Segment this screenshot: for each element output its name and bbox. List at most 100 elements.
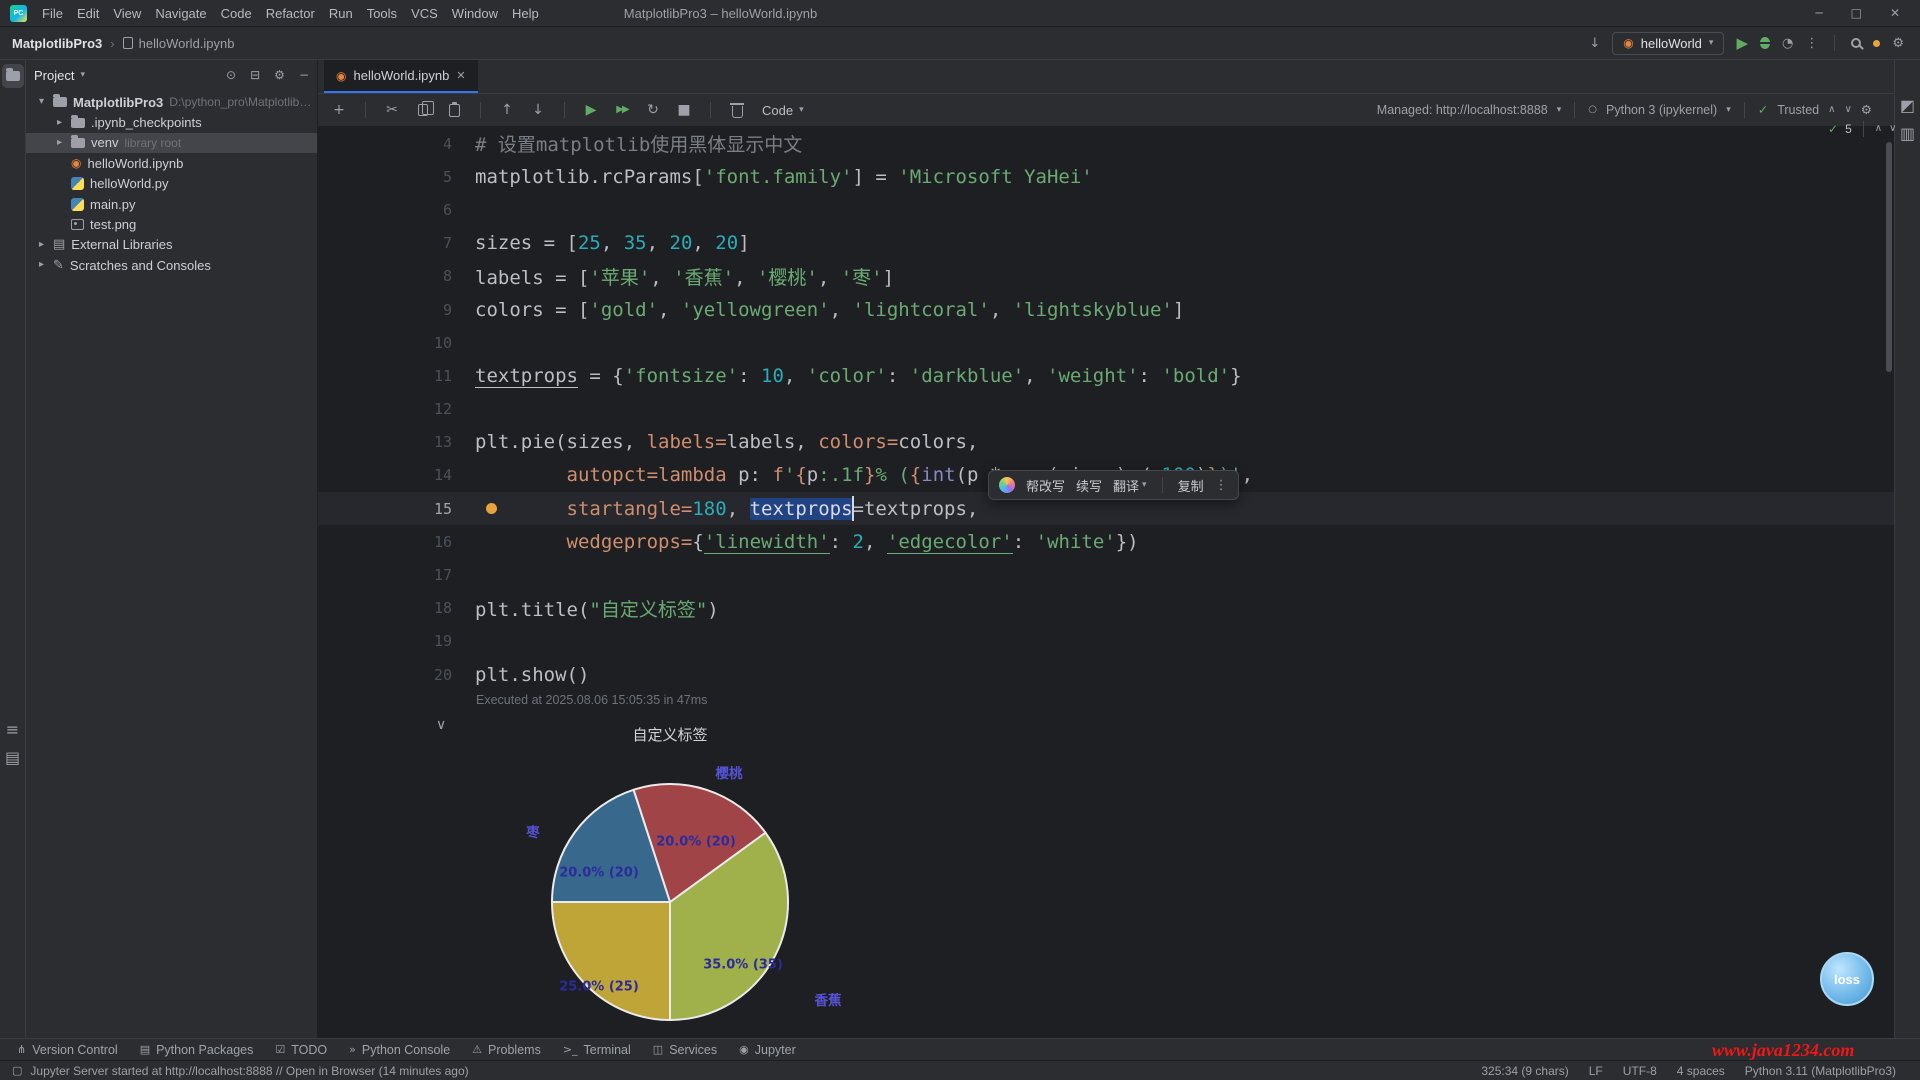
code-line-7[interactable]: 7sizes = [25, 35, 20, 20] <box>318 227 1894 260</box>
tree-item-external-libraries[interactable]: ▸▤External Libraries <box>26 235 317 255</box>
tool-window-services[interactable]: ◫Services <box>644 1041 726 1059</box>
tool-window-jupyter[interactable]: ◉Jupyter <box>730 1041 805 1059</box>
expand-arrow-icon[interactable]: ▸ <box>36 240 47 250</box>
copy-cell-button[interactable] <box>414 100 432 120</box>
search-everywhere-icon[interactable] <box>1851 38 1861 48</box>
run-button[interactable]: ▶ <box>1736 36 1748 51</box>
menu-run[interactable]: Run <box>322 4 360 23</box>
expand-arrow-icon[interactable]: ▾ <box>36 97 47 107</box>
run-all-cells-button[interactable]: ▶▶ <box>613 100 631 120</box>
inspections-widget[interactable]: ✓ 5 ∧ ∨ <box>1828 121 1896 137</box>
expand-arrow-icon[interactable]: ▸ <box>36 260 47 270</box>
code-line-5[interactable]: 5matplotlib.rcParams['font.family'] = 'M… <box>318 160 1894 193</box>
project-button[interactable]: MatplotlibPro3 <box>12 36 102 51</box>
tree-item-main-py[interactable]: main.py <box>26 194 317 214</box>
code-line-17[interactable]: 17 <box>318 558 1894 591</box>
floating-badge[interactable]: loss <box>1820 952 1874 1006</box>
code-line-19[interactable]: 19 <box>318 625 1894 658</box>
update-project-icon[interactable]: ↓ <box>1589 37 1600 50</box>
restart-kernel-button[interactable]: ↻ <box>644 100 662 120</box>
run-config-select[interactable]: ◉ helloWorld ▾ <box>1612 32 1724 55</box>
notebook-settings-icon[interactable]: ⚙ <box>1861 104 1872 117</box>
tool-window-python-console[interactable]: »Python Console <box>340 1041 459 1059</box>
status-segment-1[interactable]: 325:34 (9 chars) <box>1481 1064 1568 1078</box>
cut-cell-button[interactable]: ✂ <box>383 100 401 120</box>
cell-type-select[interactable]: Code ▾ <box>762 103 804 118</box>
menu-navigate[interactable]: Navigate <box>148 4 213 23</box>
tool-window-problems[interactable]: ⚠Problems <box>463 1041 550 1059</box>
menu-help[interactable]: Help <box>505 4 546 23</box>
close-tab-icon[interactable]: ✕ <box>456 70 465 81</box>
code-line-4[interactable]: 4# 设置matplotlib使用黑体显示中文 <box>318 127 1894 160</box>
menu-refactor[interactable]: Refactor <box>259 4 322 23</box>
interrupt-kernel-button[interactable]: ■ <box>675 100 693 120</box>
notifications-tool-icon[interactable]: ◩ <box>1897 94 1919 118</box>
status-segment-5[interactable]: Python 3.11 (MatplotlibPro3) <box>1745 1064 1896 1078</box>
tool-window-python-packages[interactable]: ▤Python Packages <box>131 1041 263 1059</box>
code-line-18[interactable]: 18plt.title("自定义标签") <box>318 592 1894 625</box>
code-line-16[interactable]: 16 wedgeprops={'linewidth': 2, 'edgecolo… <box>318 525 1894 558</box>
delete-cell-button[interactable] <box>728 100 746 120</box>
code-line-20[interactable]: 20plt.show() <box>318 658 1894 691</box>
popup-action-1[interactable]: 帮改写 <box>1026 476 1065 495</box>
tree-item-matplotlibpro3[interactable]: ▾MatplotlibPro3D:\python_pro\MatplotlibP… <box>26 92 317 112</box>
tree-item-scratches-and-consoles[interactable]: ▸✎Scratches and Consoles <box>26 255 317 275</box>
code-line-11[interactable]: 11textprops = {'fontsize': 10, 'color': … <box>318 359 1894 392</box>
popup-more-icon[interactable]: ⋮ <box>1215 479 1228 492</box>
menu-file[interactable]: File <box>35 4 70 23</box>
structure-tool-icon[interactable]: ≡ <box>2 718 24 742</box>
status-message[interactable]: Jupyter Server started at http://localho… <box>30 1064 468 1078</box>
prev-issue-icon[interactable]: ∧ <box>1875 124 1882 134</box>
status-segment-2[interactable]: LF <box>1589 1064 1603 1078</box>
menu-vcs[interactable]: VCS <box>404 4 445 23</box>
more-actions-icon[interactable]: ⋮ <box>1805 37 1818 50</box>
server-select[interactable]: Managed: http://localhost:8888 <box>1377 103 1548 117</box>
add-cell-button[interactable]: + <box>330 100 348 120</box>
tree-item-helloworld-py[interactable]: helloWorld.py <box>26 174 317 194</box>
paste-cell-button[interactable] <box>445 100 463 120</box>
menu-edit[interactable]: Edit <box>70 4 106 23</box>
settings-icon[interactable]: ⚙ <box>1892 37 1904 50</box>
bookmarks-tool-icon[interactable]: ▤ <box>2 746 24 770</box>
tree-item-helloworld-ipynb[interactable]: ◉helloWorld.ipynb <box>26 153 317 173</box>
next-issue-icon[interactable]: ∨ <box>1889 124 1896 134</box>
event-log-icon[interactable]: ▢ <box>12 1065 22 1076</box>
popup-action-3[interactable]: 翻译▾ <box>1113 476 1147 495</box>
code-line-10[interactable]: 10 <box>318 326 1894 359</box>
hide-panel-icon[interactable]: − <box>299 69 309 81</box>
menu-code[interactable]: Code <box>214 4 259 23</box>
kernel-select[interactable]: Python 3 (ipykernel) <box>1606 103 1717 117</box>
coverage-button[interactable]: ◔ <box>1782 37 1793 50</box>
code-line-13[interactable]: 13plt.pie(sizes, labels=labels, colors=c… <box>318 426 1894 459</box>
locate-file-icon[interactable]: ⊙ <box>226 69 236 81</box>
status-segment-4[interactable]: 4 spaces <box>1677 1064 1725 1078</box>
status-segment-3[interactable]: UTF-8 <box>1623 1064 1657 1078</box>
tab-helloworld-ipynb[interactable]: ◉ helloWorld.ipynb ✕ <box>324 60 478 93</box>
code-line-12[interactable]: 12 <box>318 393 1894 426</box>
collapse-output-icon[interactable]: ∨ <box>436 718 446 732</box>
project-tool-icon[interactable] <box>2 64 24 88</box>
tree-item--ipynb-checkpoints[interactable]: ▸.ipynb_checkpoints <box>26 112 317 132</box>
code-line-6[interactable]: 6 <box>318 193 1894 226</box>
tree-item-venv[interactable]: ▸venvlibrary root <box>26 133 317 153</box>
trusted-label[interactable]: Trusted <box>1777 103 1819 117</box>
code-line-9[interactable]: 9colors = ['gold', 'yellowgreen', 'light… <box>318 293 1894 326</box>
collapse-all-icon[interactable]: ⊟ <box>250 69 260 81</box>
popup-action-2[interactable]: 续写 <box>1076 476 1102 495</box>
breakpoint-dot-icon[interactable] <box>486 503 497 514</box>
tool-window-todo[interactable]: ☑TODO <box>266 1041 336 1059</box>
tool-window-version-control[interactable]: ⋔Version Control <box>8 1041 127 1059</box>
run-cell-button[interactable]: ▶ <box>582 100 600 120</box>
expand-arrow-icon[interactable]: ▸ <box>54 138 65 148</box>
menu-view[interactable]: View <box>106 4 148 23</box>
maximize-icon[interactable]: □ <box>1851 7 1862 19</box>
debug-button[interactable] <box>1760 37 1770 49</box>
breadcrumb-file[interactable]: helloWorld.ipynb <box>123 36 235 51</box>
expand-arrow-icon[interactable]: ▸ <box>54 118 65 128</box>
menu-window[interactable]: Window <box>445 4 505 23</box>
project-panel-title[interactable]: Project <box>34 68 74 83</box>
code-line-8[interactable]: 8labels = ['苹果', '香蕉', '樱桃', '枣'] <box>318 260 1894 293</box>
panel-options-icon[interactable]: ⚙ <box>274 69 285 81</box>
move-cell-up-button[interactable]: ↑ <box>498 100 516 120</box>
close-icon[interactable]: ✕ <box>1890 7 1900 19</box>
